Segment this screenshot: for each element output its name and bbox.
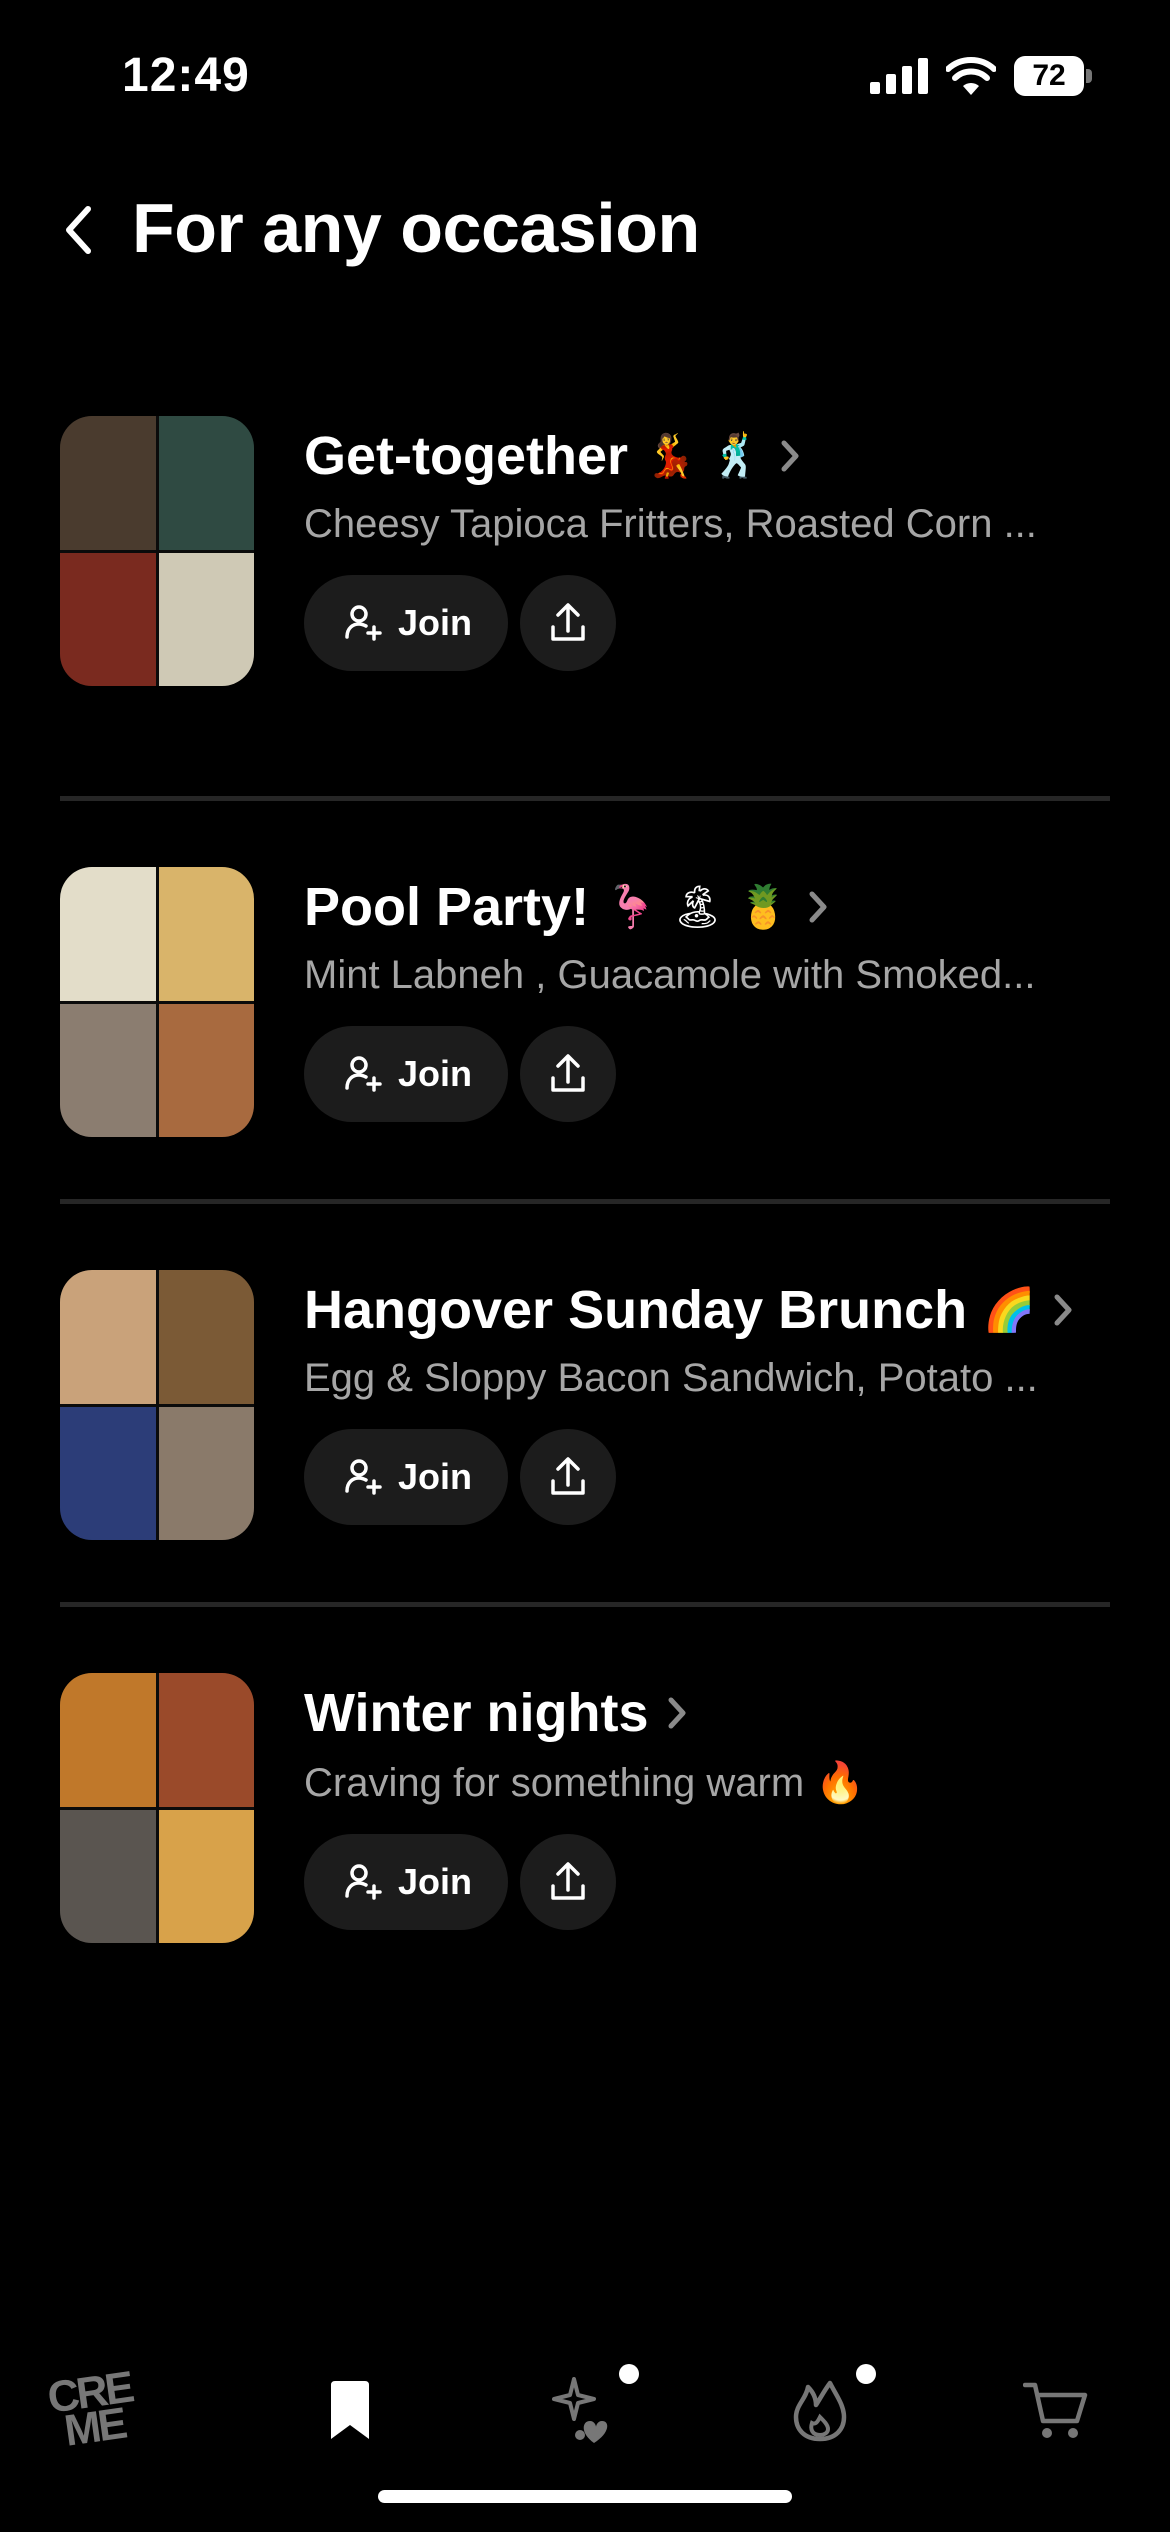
occasion-subtitle: Craving for something warm 🔥 bbox=[304, 1761, 866, 1805]
thumbnail-photo bbox=[60, 1406, 156, 1540]
thumbnail-photo bbox=[158, 1003, 254, 1137]
join-button[interactable]: Join bbox=[304, 1834, 509, 1930]
occasion-title-row[interactable]: Hangover Sunday Brunch 🌈 bbox=[304, 1270, 1110, 1350]
thumbnail-photo bbox=[60, 416, 156, 550]
join-label: Join bbox=[398, 1053, 473, 1094]
occasion-thumbnail[interactable] bbox=[60, 1270, 254, 1540]
occasion-subtitle: Egg & Sloppy Bacon Sandwich, Potato ... bbox=[304, 1356, 1038, 1400]
add-user-icon bbox=[345, 605, 382, 641]
thumbnail-photo bbox=[158, 1673, 254, 1807]
occasion-emoji: 🦩 🏝 🍍 bbox=[605, 882, 790, 931]
add-user-icon bbox=[345, 1056, 382, 1092]
thumbnail-photo bbox=[158, 867, 254, 1001]
tab-cart[interactable] bbox=[996, 2350, 1116, 2470]
thumbnail-photo bbox=[158, 1270, 254, 1404]
share-button[interactable] bbox=[520, 1026, 617, 1122]
notification-dot bbox=[856, 2364, 876, 2384]
thumbnail-photo bbox=[158, 552, 254, 686]
sparkle-heart-icon bbox=[552, 2377, 608, 2443]
occasion-title-row[interactable]: Winter nights bbox=[304, 1673, 1110, 1753]
share-icon bbox=[551, 1457, 585, 1495]
status-bar: 12:49 72 bbox=[0, 0, 1170, 150]
share-button[interactable] bbox=[520, 575, 617, 671]
join-label: Join bbox=[398, 1456, 473, 1497]
thumbnail-photo bbox=[60, 1003, 156, 1137]
chevron-right-icon bbox=[780, 439, 800, 473]
occasion-thumbnail[interactable] bbox=[60, 867, 254, 1137]
cart-icon bbox=[1023, 2382, 1088, 2438]
occasion-item[interactable]: Hangover Sunday Brunch 🌈 Egg & Sloppy Ba… bbox=[60, 1199, 1110, 1602]
back-button[interactable] bbox=[52, 200, 104, 260]
share-icon bbox=[551, 1862, 585, 1900]
join-button[interactable]: Join bbox=[304, 1429, 509, 1525]
add-user-icon bbox=[345, 1864, 382, 1900]
notification-dot bbox=[619, 2364, 639, 2384]
chevron-right-icon bbox=[808, 890, 828, 924]
occasion-emoji: 🌈 bbox=[983, 1285, 1036, 1334]
bookmark-icon bbox=[331, 2381, 369, 2439]
thumbnail-photo bbox=[60, 552, 156, 686]
thumbnail-photo bbox=[60, 867, 156, 1001]
occasion-title: Winter nights bbox=[304, 1683, 649, 1743]
home-indicator bbox=[378, 2490, 792, 2503]
status-icons: 72 bbox=[870, 56, 1092, 96]
tab-home[interactable]: CRE ME bbox=[32, 2350, 152, 2470]
thumbnail-photo bbox=[60, 1673, 156, 1807]
tab-discover[interactable] bbox=[525, 2350, 645, 2470]
flame-icon bbox=[793, 2380, 847, 2442]
thumbnail-photo bbox=[158, 416, 254, 550]
thumbnail-photo bbox=[60, 1809, 156, 1943]
occasion-thumbnail[interactable] bbox=[60, 1673, 254, 1943]
share-button[interactable] bbox=[520, 1834, 617, 1930]
chevron-left-icon bbox=[66, 206, 91, 254]
status-time: 12:49 bbox=[122, 49, 250, 102]
occasion-title: Get-together bbox=[304, 426, 628, 486]
chevron-right-icon bbox=[1053, 1293, 1073, 1327]
join-button[interactable]: Join bbox=[304, 1026, 509, 1122]
share-icon bbox=[551, 1054, 585, 1092]
battery-indicator: 72 bbox=[1014, 56, 1092, 96]
battery-percentage: 72 bbox=[1032, 59, 1066, 92]
cellular-signal-icon bbox=[870, 58, 928, 94]
occasion-title-row[interactable]: Get-together 💃 🕺 bbox=[304, 416, 1110, 496]
wifi-icon bbox=[946, 57, 996, 95]
share-icon bbox=[551, 603, 585, 641]
bottom-tab-bar: CRE ME bbox=[0, 2350, 1170, 2470]
share-button[interactable] bbox=[520, 1429, 617, 1525]
page-title: For any occasion bbox=[132, 189, 700, 267]
occasion-list: Get-together 💃 🕺 Cheesy Tapioca Fritters… bbox=[60, 398, 1110, 2005]
occasion-title: Pool Party! bbox=[304, 877, 590, 937]
occasion-title: Hangover Sunday Brunch bbox=[304, 1280, 968, 1340]
occasion-thumbnail[interactable] bbox=[60, 416, 254, 686]
join-button[interactable]: Join bbox=[304, 575, 509, 671]
tab-saved[interactable] bbox=[290, 2350, 410, 2470]
creme-logo: CRE ME bbox=[44, 2362, 135, 2456]
join-label: Join bbox=[398, 1861, 473, 1902]
header: For any occasion bbox=[0, 170, 1170, 290]
occasion-title-row[interactable]: Pool Party! 🦩 🏝 🍍 bbox=[304, 867, 1110, 947]
thumbnail-photo bbox=[158, 1809, 254, 1943]
occasion-item[interactable]: Get-together 💃 🕺 Cheesy Tapioca Fritters… bbox=[60, 398, 1110, 796]
occasion-subtitle: Cheesy Tapioca Fritters, Roasted Corn ..… bbox=[304, 502, 1037, 546]
add-user-icon bbox=[345, 1459, 382, 1495]
occasion-emoji: 💃 🕺 bbox=[644, 431, 762, 480]
chevron-right-icon bbox=[667, 1696, 687, 1730]
thumbnail-photo bbox=[158, 1406, 254, 1540]
thumbnail-photo bbox=[60, 1270, 156, 1404]
occasion-subtitle: Mint Labneh , Guacamole with Smoked... bbox=[304, 953, 1036, 997]
join-label: Join bbox=[398, 602, 473, 643]
tab-trending[interactable] bbox=[760, 2350, 880, 2470]
occasion-item[interactable]: Pool Party! 🦩 🏝 🍍 Mint Labneh , Guacamol… bbox=[60, 796, 1110, 1199]
occasion-item[interactable]: Winter nights Craving for something warm… bbox=[60, 1602, 1110, 2005]
